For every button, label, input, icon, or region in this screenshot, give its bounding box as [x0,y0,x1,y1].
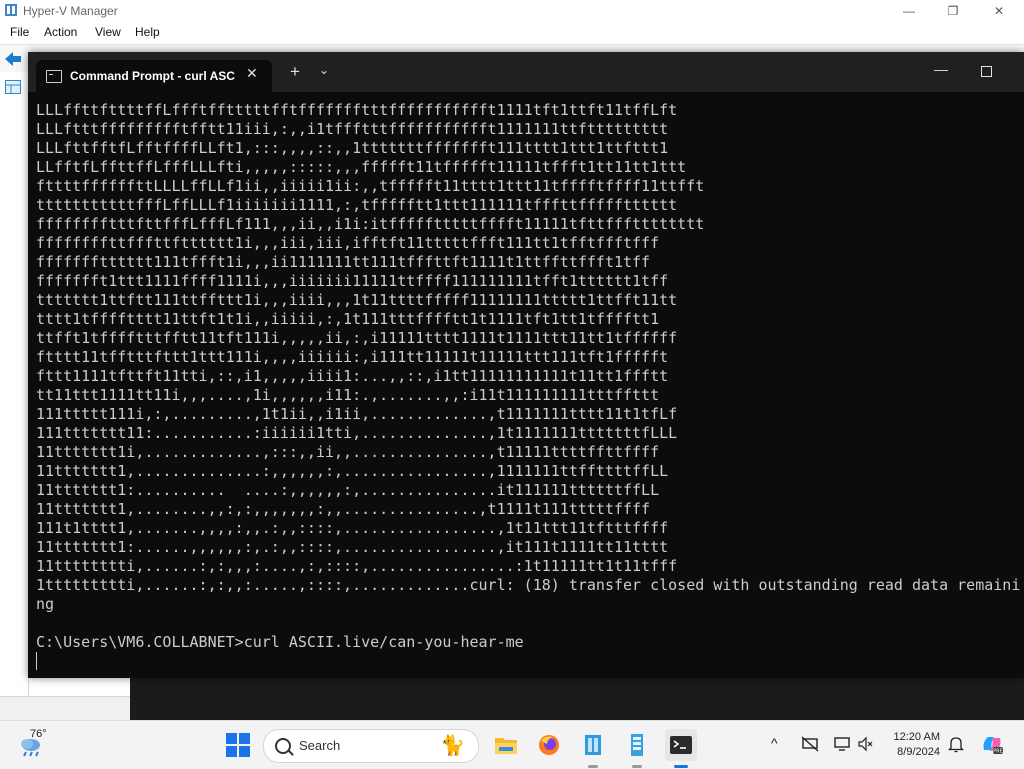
new-tab-button[interactable]: + [290,62,300,82]
windows-logo-pane [239,746,250,757]
hyperv-title-bar[interactable]: Hyper-V Manager — ❐ ✕ [0,0,1024,22]
terminal-line: ffffffft1ttt1111ffff1111i,,,iiiiiii11111… [36,272,669,290]
tab-dropdown-chevron-icon[interactable]: ⌄ [319,63,329,77]
menu-help[interactable]: Help [135,25,160,39]
terminal-line: 11ttttttt1:......,,,,,,:,.:,,::::,......… [36,538,669,556]
terminal-line: ttfft1tfffftttfftt11tft111i,,,,,ii,:,i11… [36,329,678,347]
show-hidden-icons-chevron-icon[interactable]: ^ [771,735,778,751]
file-explorer-taskbar-button[interactable] [490,729,522,761]
command-prompt-icon [46,70,62,83]
hyperv-app-icon [5,4,17,16]
windows-logo-pane [239,733,250,744]
terminal-line: C:\Users\VM6.COLLABNET>curl ASCII.live/c… [36,633,524,651]
hyperv-restore-button[interactable]: ❐ [930,0,976,22]
background-window-edge [130,677,1024,720]
terminal-line: ttttttt1ttftt111ttffttt1i,,,iiii,,,1t11t… [36,291,678,309]
windows-logo-pane [226,746,237,757]
terminal-line: 11ttttttt1i,.............,:::,,ii,,.....… [36,443,660,461]
taskbar-search-box[interactable]: Search 🐈 [263,729,479,763]
hyperv-window-title: Hyper-V Manager [23,4,118,18]
menu-file[interactable]: File [10,25,29,39]
terminal-taskbar-button[interactable] [665,729,697,768]
system-clock[interactable]: 12:20 AM 8/9/2024 [876,730,940,760]
hyperv-menu-bar: File Action View Help [0,22,1024,44]
terminal-line: ng [36,595,55,613]
menu-view[interactable]: View [95,25,121,39]
copilot-icon[interactable]: PRE [980,732,1004,756]
vm-connection-icon [631,734,643,756]
volume-muted-icon[interactable] [857,736,873,752]
search-placeholder: Search [299,738,341,753]
terminal-tab-bar[interactable]: Command Prompt - curl ASC ✕ + ⌄ — [28,52,1024,92]
terminal-minimize-button[interactable]: — [934,61,948,77]
terminal-line: fffffffftttfttfffLfffLf111,,,ii,,i1i:itf… [36,215,705,233]
terminal-line: fttt1111tfttft11tti,::,i1,,,,,iiii1:...,… [36,367,669,385]
firefox-taskbar-button[interactable] [533,729,565,761]
terminal-line: 11ttttttt1:.......... ....:,,,,,,:,.....… [36,481,660,499]
menu-action[interactable]: Action [44,25,77,39]
hyperv-manager-taskbar-button[interactable] [577,729,609,768]
terminal-output[interactable]: LLLffttfttttffLffftfftttttfftffffffftttf… [36,101,1024,671]
weather-temperature: 76° [30,728,47,740]
terminal-line: tttttttttttfffLffLLLf1iiiiiii1111,:,tfff… [36,196,678,214]
back-arrow-icon[interactable] [4,51,22,67]
terminal-line: 1ttttttttti,......:,:,,:.....,::::,.....… [36,576,1021,594]
terminal-line: tttt1tfffftttt11ttft1t1i,,iiiii,:,1t111t… [36,310,660,328]
terminal-line: 11tttttttti,......:,:,,,:....,:,::::,...… [36,557,678,575]
taskbar: 76° Search 🐈 ^ 12:20 AM 8/9/2024 PRE [0,720,1024,769]
clock-date: 8/9/2024 [897,746,940,758]
folder-icon [495,738,517,754]
network-disconnected-icon[interactable] [801,736,819,752]
start-button[interactable] [226,733,250,757]
hyperv-server-icon[interactable] [5,80,21,94]
terminal-maximize-button[interactable] [981,66,992,77]
notification-bell-icon[interactable] [948,735,964,753]
vm-connection-taskbar-button[interactable] [621,729,653,768]
hyperv-tree-pane [0,72,29,696]
svg-text:PRE: PRE [993,749,1003,755]
terminal-icon [670,736,692,754]
hyperv-status-strip [0,696,130,721]
terminal-line: 111ttttt111i,:,.........,1t1ii,,i1ii,...… [36,405,678,423]
hyperv-icon [585,735,601,755]
terminal-line: LLLffttfttttffLffftfftttttfftffffffftttf… [36,101,678,119]
terminal-line: fttttffffffttLLLLffLLf1ii,,iiiii1ii:,,tf… [36,177,705,195]
terminal-line: 111ttttttt11:...........:iiiiii1tti,....… [36,424,678,442]
firefox-icon [539,735,559,755]
terminal-tab-cmd[interactable]: Command Prompt - curl ASC ✕ [36,60,272,92]
terminal-line: ftttt11tfftttfttt1ttt111i,,,,iiiiii:,i11… [36,348,669,366]
terminal-line: tt11ttt1111tt11i,,,....,1i,,,,,,i11:.,..… [36,386,660,404]
search-highlight-cat-icon: 🐈 [440,735,465,757]
display-icon[interactable] [834,736,850,752]
terminal-window: Command Prompt - curl ASC ✕ + ⌄ — LLLfft… [28,52,1024,678]
hyperv-minimize-button[interactable]: — [886,0,932,22]
windows-logo-pane [226,733,237,744]
terminal-line: ffffffftttttt111tffft1i,,,ii1111111tt111… [36,253,651,271]
search-icon [275,738,291,754]
text-cursor [36,652,37,670]
terminal-line: 11ttttttt1,........,,:,:,,,,,,,:,,......… [36,500,651,518]
hyperv-close-button[interactable]: ✕ [976,0,1022,22]
terminal-line: ffffffffttfffttftttttt1i,,,iii,iii,ifftf… [36,234,660,252]
terminal-line: LLfftfLffttffLfffLLLfti,,,,,:::::,,,ffff… [36,158,687,176]
terminal-line: 11ttttttt1,..............:,,,,,,:,......… [36,462,669,480]
terminal-tab-title: Command Prompt - curl ASC [70,69,235,83]
clock-time: 12:20 AM [893,731,940,743]
terminal-line: 111t1tttt1,.......,,,,:,,.:,,::::,......… [36,519,669,537]
terminal-line: LLLftttffffffffftfftt11iii,:,,i1tffftttf… [36,120,669,138]
tab-close-icon[interactable]: ✕ [246,65,258,82]
terminal-line: LLLfttfftfLfftffffLLft1,:::,,,,::,,1tttt… [36,139,669,157]
